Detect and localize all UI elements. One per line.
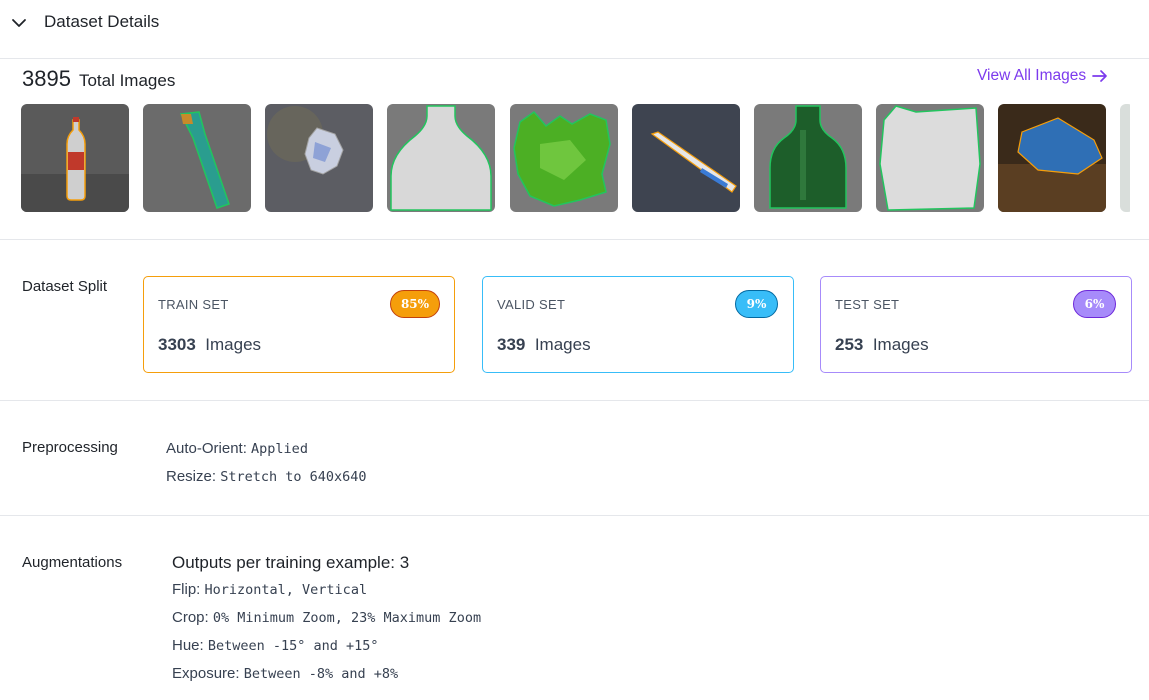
divider [0, 400, 1149, 401]
augmentation-key: Hue: [172, 637, 204, 654]
augmentation-hue: Hue: Between -15° and +15° [172, 637, 379, 654]
valid-set-card[interactable]: VALID SET 9% 339 Images [482, 276, 794, 373]
view-all-images-label: View All Images [977, 67, 1087, 84]
augmentations-outputs: Outputs per training example: 3 [172, 553, 410, 572]
section-title: Dataset Details [44, 12, 160, 31]
test-set-card[interactable]: TEST SET 6% 253 Images [820, 276, 1132, 373]
thumbnail-green-glass-bottle[interactable] [754, 104, 862, 212]
arrow-right-icon [1092, 70, 1107, 82]
thumbnail-plastic-strip[interactable] [143, 104, 251, 212]
preprocessing-label: Preprocessing [22, 439, 118, 456]
augmentation-value: Between -15° and +15° [207, 638, 379, 654]
train-set-name: TRAIN SET [158, 297, 229, 312]
augmentation-flip: Flip: Horizontal, Vertical [172, 581, 367, 598]
thumbnail-white-pouch[interactable] [876, 104, 984, 212]
valid-set-count-value: 339 [497, 335, 526, 354]
valid-set-name: VALID SET [497, 297, 566, 312]
augmentation-value: 0% Minimum Zoom, 23% Maximum Zoom [212, 610, 482, 626]
augmentation-crop: Crop: 0% Minimum Zoom, 23% Maximum Zoom [172, 609, 481, 626]
thumbnail-blue-plastic[interactable] [998, 104, 1106, 212]
valid-set-percent-badge: 9% [735, 290, 778, 318]
preprocessing-key: Auto-Orient: [166, 440, 247, 457]
test-set-name: TEST SET [835, 297, 900, 312]
preprocessing-value: Stretch to 640x640 [220, 469, 367, 485]
augmentation-value: Horizontal, Vertical [204, 582, 368, 598]
augmentations-label: Augmentations [22, 554, 123, 571]
valid-set-count-unit: Images [534, 335, 591, 354]
test-set-percent-badge: 6% [1073, 290, 1116, 318]
augmentation-exposure: Exposure: Between -8% and +8% [172, 665, 398, 682]
image-thumbnail-strip[interactable] [21, 104, 1130, 212]
train-set-percent-badge: 85% [390, 290, 440, 318]
thumbnail-toothbrush[interactable] [632, 104, 740, 212]
total-images: 3895 Total Images [22, 66, 175, 92]
preprocessing-value: Applied [251, 441, 308, 457]
augmentation-key: Crop: [172, 609, 209, 626]
augmentation-key: Flip: [172, 581, 201, 598]
preprocessing-resize: Resize: Stretch to 640x640 [166, 468, 367, 485]
chevron-down-icon[interactable] [10, 14, 28, 32]
test-set-count-value: 253 [835, 335, 864, 354]
divider [0, 515, 1149, 516]
total-images-count: 3895 [22, 66, 71, 91]
test-set-count-unit: Images [872, 335, 929, 354]
dataset-split-label: Dataset Split [22, 278, 108, 295]
preprocessing-auto-orient: Auto-Orient: Applied [166, 440, 308, 457]
thumbnail-crumpled-plastic[interactable] [265, 104, 373, 212]
thumbnail-green-plastic-bag[interactable] [510, 104, 618, 212]
divider [0, 239, 1149, 240]
view-all-images-link[interactable]: View All Images [977, 67, 1108, 85]
preprocessing-key: Resize: [166, 468, 217, 485]
train-set-count: 3303 Images [158, 335, 261, 355]
train-set-card[interactable]: TRAIN SET 85% 3303 Images [143, 276, 455, 373]
train-set-count-value: 3303 [158, 335, 196, 354]
thumbnail-plastic-bottle[interactable] [21, 104, 129, 212]
dataset-details-header[interactable]: Dataset Details [0, 0, 1149, 59]
augmentation-value: Between -8% and +8% [243, 666, 399, 682]
thumbnail-partial[interactable] [1120, 104, 1130, 212]
total-images-label: Total Images [78, 71, 176, 90]
train-set-count-unit: Images [205, 335, 262, 354]
valid-set-count: 339 Images [497, 335, 591, 355]
test-set-count: 253 Images [835, 335, 929, 355]
thumbnail-white-bottle[interactable] [387, 104, 495, 212]
augmentation-key: Exposure: [172, 665, 240, 682]
